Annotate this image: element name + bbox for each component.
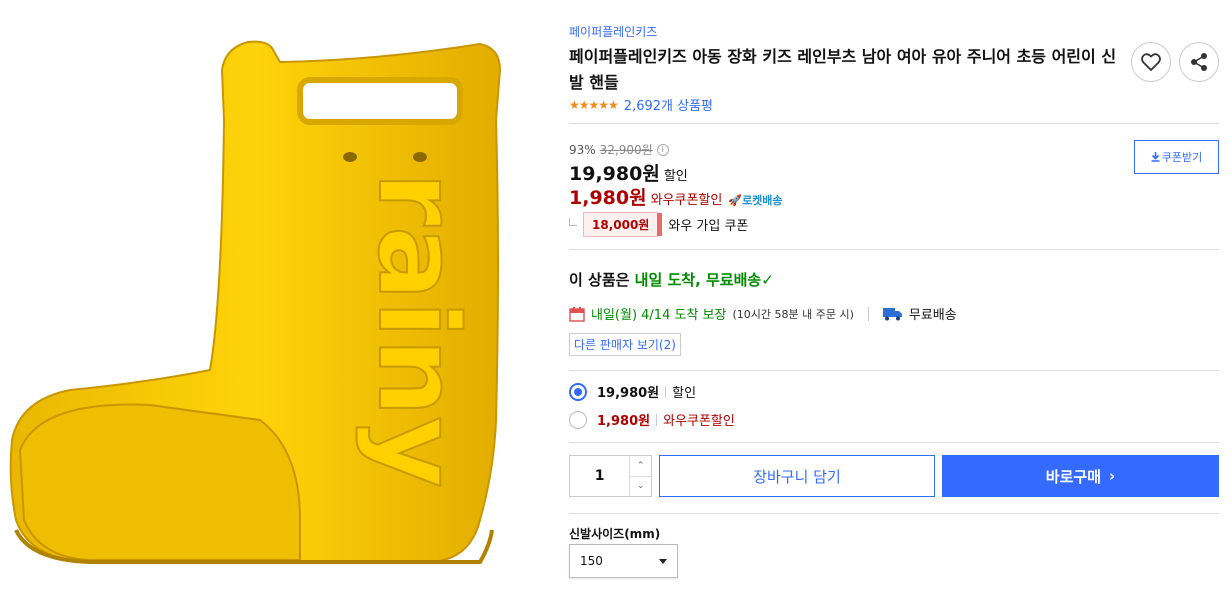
original-price: 32,900원 <box>599 143 653 157</box>
divider <box>569 249 1219 250</box>
radio-sale[interactable] <box>569 382 587 401</box>
arrival-note: (10시간 58분 내 주문 시) <box>732 307 854 321</box>
product-title: 페이퍼플레인키즈 아동 장화 키즈 레인부츠 남아 여아 유아 주니어 초등 어… <box>569 47 1117 92</box>
other-sellers-button[interactable]: 다른 판매자 보기(2) <box>569 333 681 356</box>
separator <box>665 385 667 398</box>
quantity-up-button[interactable]: ⌃ <box>630 456 651 477</box>
share-button[interactable] <box>1179 42 1219 82</box>
rocket-delivery-badge: 🚀로켓배송 <box>728 194 783 207</box>
add-to-cart-button[interactable]: 장바구니 담기 <box>659 455 935 497</box>
option-wow[interactable]: 1,980원 와우쿠폰할인 <box>569 410 735 429</box>
star-rating: ★★★★★ <box>569 97 619 112</box>
buy-now-label: 바로구매 <box>1045 467 1101 486</box>
favorite-button[interactable] <box>1131 42 1171 82</box>
option-price: 19,980원 <box>597 386 660 401</box>
quantity-down-button[interactable]: ⌄ <box>630 477 651 497</box>
review-count-link[interactable]: 2,692개 상품평 <box>624 95 713 114</box>
buy-now-button[interactable]: 바로구매 › <box>942 455 1219 497</box>
chevron-down-icon <box>659 558 667 564</box>
wow-price-row: 1,980원 와우쿠폰할인 🚀로켓배송 <box>569 183 783 210</box>
arrival-date: 내일(월) 4/14 도착 보장 <box>591 308 727 323</box>
option-price: 1,980원 <box>597 414 651 429</box>
join-coupon-label: 와우 가입 쿠폰 <box>668 219 749 234</box>
coupon-button-label: 쿠폰받기 <box>1161 151 1203 164</box>
boot-vent-right <box>413 152 427 162</box>
divider <box>569 370 1219 371</box>
boot-handle-hole <box>297 77 463 125</box>
size-label: 신발사이즈(mm) <box>569 527 661 541</box>
quantity-stepper: 1 ⌃ ⌄ <box>569 455 652 497</box>
option-label: 할인 <box>672 386 697 401</box>
boot-logo-text: rainy <box>354 172 482 488</box>
boot-vent-left <box>343 152 357 162</box>
sale-price: 19,980원 <box>569 163 660 185</box>
join-coupon-amount: 18,000원 <box>583 212 663 237</box>
discount-rate: 93% <box>569 142 596 157</box>
coupon-download-button[interactable]: 쿠폰받기 <box>1134 140 1219 174</box>
wow-join-coupon: 18,000원 와우 가입 쿠폰 <box>569 212 748 237</box>
chevron-right-icon: › <box>1109 467 1116 485</box>
check-icon: ✓ <box>761 271 774 289</box>
product-info-panel: 페이퍼플레인키즈 페이퍼플레인키즈 아동 장화 키즈 레인부츠 남아 여아 유아… <box>569 0 1219 589</box>
separator <box>656 413 658 426</box>
share-icon <box>1191 53 1207 71</box>
boot-toe-cap <box>18 403 301 561</box>
discount-line: 93% 32,900원 i <box>569 141 669 158</box>
truck-icon <box>882 307 902 320</box>
calendar-icon <box>569 306 585 322</box>
separator <box>867 306 869 321</box>
delivery-headline: 이 상품은 내일 도착, 무료배송✓ <box>569 271 774 289</box>
info-icon[interactable]: i <box>656 143 669 156</box>
free-shipping: 무료배송 <box>908 308 957 323</box>
divider <box>569 123 1219 124</box>
brand-link[interactable]: 페이퍼플레인키즈 <box>569 23 657 40</box>
corner-line <box>569 217 577 226</box>
size-selected-value: 150 <box>580 554 603 568</box>
heart-icon <box>1141 53 1161 71</box>
sale-price-row: 19,980원 할인 <box>569 159 688 186</box>
divider <box>569 513 1219 514</box>
sale-label: 할인 <box>663 169 688 184</box>
rating-row: ★★★★★ 2,692개 상품평 <box>569 95 713 115</box>
product-image: rainy <box>0 0 548 570</box>
option-label: 와우쿠폰할인 <box>663 414 735 429</box>
option-sale[interactable]: 19,980원 할인 <box>569 382 696 401</box>
rocket-icon: 🚀 <box>728 194 743 207</box>
divider <box>569 442 1219 443</box>
radio-wow[interactable] <box>569 410 587 429</box>
download-icon <box>1151 152 1160 162</box>
wow-label: 와우쿠폰할인 <box>650 193 723 208</box>
quantity-input[interactable]: 1 <box>570 456 629 496</box>
arrival-row: 내일(월) 4/14 도착 보장 (10시간 58분 내 주문 시) 무료배송 <box>569 304 957 323</box>
size-select[interactable]: 150 <box>569 544 678 578</box>
wow-price: 1,980원 <box>569 187 647 209</box>
quantity-arrows: ⌃ ⌄ <box>629 456 651 496</box>
